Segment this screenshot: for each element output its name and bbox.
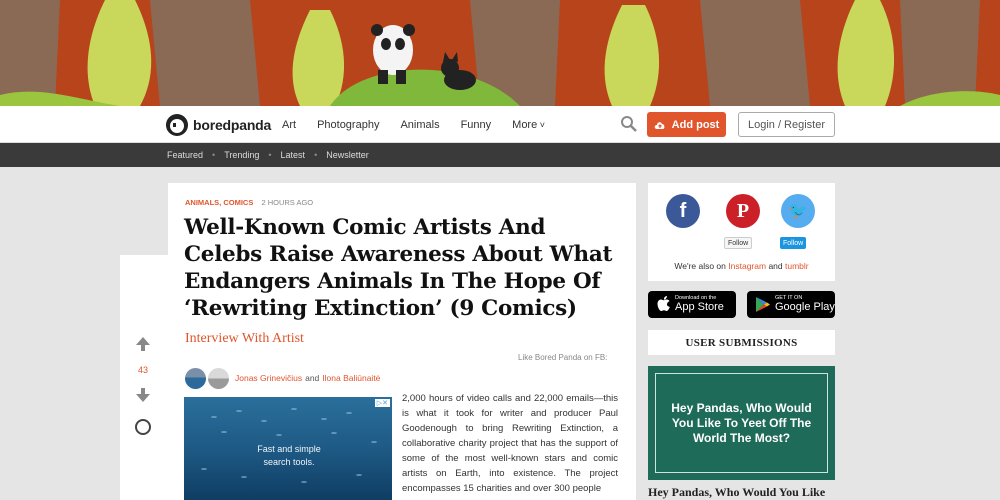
banner-illustration <box>0 0 1000 106</box>
pinterest-follow-button[interactable]: Follow <box>724 237 753 249</box>
also-prefix: We're also on <box>674 261 726 271</box>
social-follow-box: f P 🐦 Follow Follow We're also on Instag… <box>648 183 835 281</box>
ad-text: Fast and simple search tools. <box>184 443 392 469</box>
facebook-icon[interactable]: f <box>666 194 700 228</box>
nav-link-photography[interactable]: Photography <box>317 119 379 131</box>
vote-count: 43 <box>137 365 148 375</box>
subnav-latest[interactable]: Latest <box>281 150 306 160</box>
fb-like-text: Like Bored Panda on FB: <box>518 353 608 362</box>
header-banner <box>0 0 1000 106</box>
instagram-link[interactable]: Instagram <box>728 261 766 271</box>
nav-link-animals[interactable]: Animals <box>400 119 439 131</box>
subnav-newsletter[interactable]: Newsletter <box>326 150 369 160</box>
search-icon[interactable] <box>620 115 638 133</box>
author-avatar[interactable] <box>208 367 229 389</box>
tumblr-link[interactable]: tumblr <box>785 261 809 271</box>
login-register-button[interactable]: Login / Register <box>738 112 835 137</box>
article-authors: Jonas Grinevičius and Ilona Baliūnaitė <box>185 367 380 389</box>
ad-choices-icon[interactable]: ▷✕ <box>374 399 390 407</box>
also-on-text: We're also on Instagram and tumblr <box>648 261 835 271</box>
apple-icon <box>657 296 670 311</box>
author-avatar[interactable] <box>185 367 206 389</box>
google-play-button[interactable]: GET IT ON Google Play <box>747 291 835 318</box>
main-nav: Art Photography Animals Funny More <box>282 106 566 143</box>
twitter-icon[interactable]: 🐦 <box>781 194 815 228</box>
panda-logo-icon <box>166 113 188 136</box>
authors-conjunction: and <box>305 373 320 383</box>
google-play-icon <box>756 297 770 312</box>
top-navigation: boredpanda Art Photography Animals Funny… <box>0 106 1000 143</box>
promo-caption[interactable]: Hey Pandas, Who Would You Like <box>648 485 848 500</box>
article-body: 2,000 hours of video calls and 22,000 em… <box>402 393 618 494</box>
site-logo[interactable]: boredpanda <box>166 112 271 137</box>
subnav-trending[interactable]: Trending <box>224 150 259 160</box>
article-time: 2 HOURS AGO <box>261 198 314 207</box>
author-name[interactable]: Ilona Baliūnaitė <box>322 373 380 383</box>
downvote-icon[interactable] <box>135 387 151 403</box>
nav-link-funny[interactable]: Funny <box>461 119 492 131</box>
upvote-icon[interactable] <box>135 336 151 352</box>
secondary-navigation: Featured • Trending • Latest • Newslette… <box>0 143 1000 167</box>
logo-text: boredpanda <box>193 116 272 133</box>
article-categories[interactable]: ANIMALS, COMICS <box>185 198 253 207</box>
submission-promo-card[interactable]: Hey Pandas, Who Would You Like To Yeet O… <box>648 366 835 480</box>
app-store-button[interactable]: Download on the App Store <box>648 291 736 318</box>
twitter-follow-button[interactable]: Follow <box>780 237 807 249</box>
nav-link-art[interactable]: Art <box>282 119 296 131</box>
subnav-featured[interactable]: Featured <box>167 150 203 160</box>
article-subtitle: Interview With Artist <box>185 331 304 346</box>
separator-dot: • <box>268 150 272 160</box>
advertisement[interactable]: ▷✕ Fast and simple search tools. <box>184 397 392 500</box>
author-name[interactable]: Jonas Grinevičius <box>235 373 302 383</box>
separator-dot: • <box>212 150 216 160</box>
separator-dot: • <box>314 150 318 160</box>
ad-text-line: Fast and simple <box>257 444 321 454</box>
article-card: ANIMALS, COMICS 2 HOURS AGO Well-Known C… <box>168 183 636 500</box>
promo-frame: Hey Pandas, Who Would You Like To Yeet O… <box>655 373 828 473</box>
user-submissions-heading: USER SUBMISSIONS <box>648 330 835 355</box>
add-post-button[interactable]: Add post <box>647 112 726 137</box>
add-post-label: Add post <box>671 118 720 131</box>
cloud-upload-icon <box>654 121 665 129</box>
google-play-big-text: Google Play <box>775 301 835 313</box>
article-meta: ANIMALS, COMICS 2 HOURS AGO <box>185 198 313 207</box>
pinterest-icon[interactable]: P <box>726 194 760 228</box>
panda-icon[interactable] <box>135 419 151 435</box>
ad-text-line: search tools. <box>263 457 315 467</box>
app-store-big-text: App Store <box>675 301 724 313</box>
nav-link-more[interactable]: More <box>512 119 545 131</box>
article-title: Well-Known Comic Artists And Celebs Rais… <box>184 215 613 321</box>
promo-text: Hey Pandas, Who Would You Like To Yeet O… <box>671 400 812 445</box>
vote-widget: 43 <box>126 325 160 447</box>
also-and: and <box>768 261 783 271</box>
